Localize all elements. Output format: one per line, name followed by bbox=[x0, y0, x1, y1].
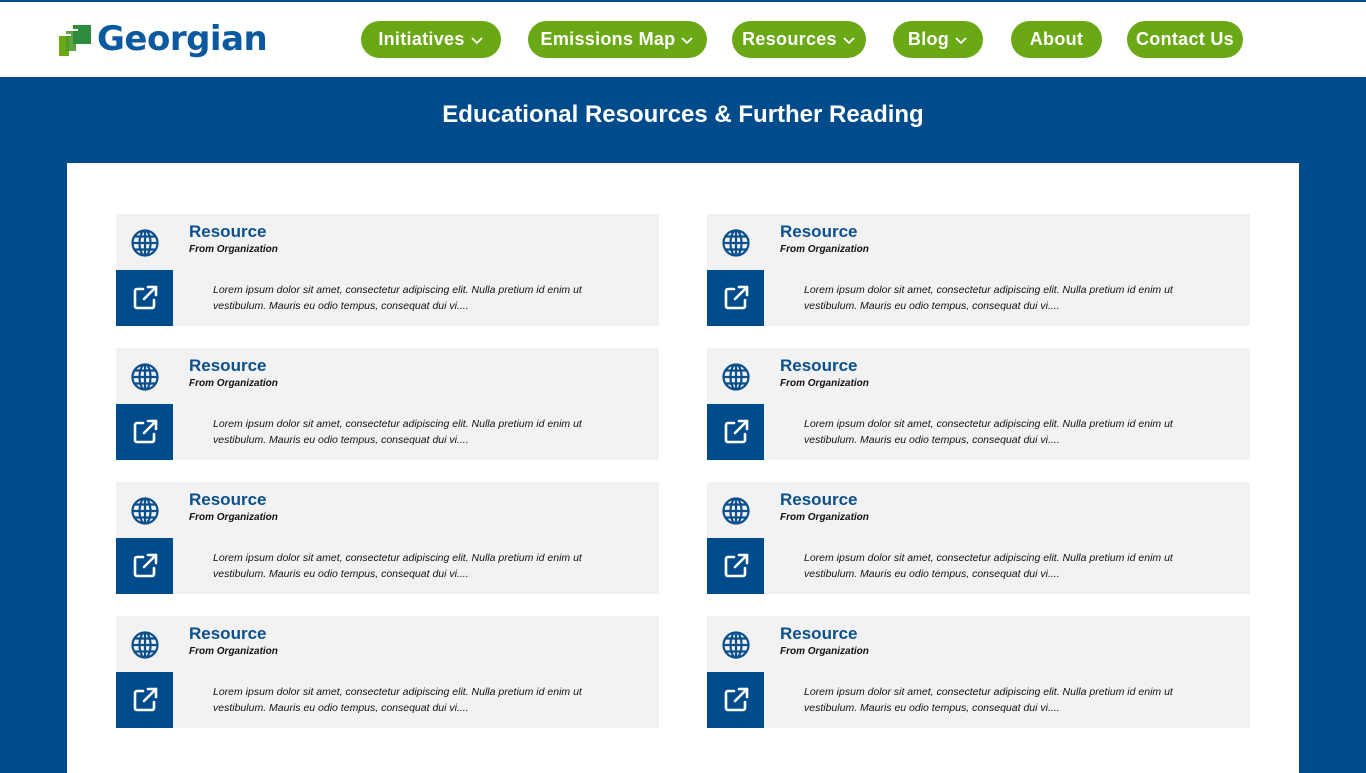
globe-icon bbox=[130, 362, 160, 392]
external-link-icon bbox=[721, 685, 751, 715]
nav-label: Initiatives bbox=[378, 29, 465, 49]
nav-label: Resources bbox=[742, 29, 837, 49]
resource-organization: From Organization bbox=[189, 646, 278, 657]
resource-description: Lorem ipsum dolor sit amet, consectetur … bbox=[804, 418, 1173, 446]
external-link-icon bbox=[721, 551, 751, 581]
external-link-button[interactable] bbox=[116, 404, 173, 460]
chevron-down-icon bbox=[843, 36, 855, 44]
page-title: Educational Resources & Further Reading bbox=[442, 101, 924, 128]
chevron-down-icon bbox=[471, 36, 483, 44]
globe-icon bbox=[130, 496, 160, 526]
brand-name: Georgian bbox=[97, 19, 268, 59]
resource-description: Lorem ipsum dolor sit amet, consectetur … bbox=[213, 552, 582, 580]
external-link-button[interactable] bbox=[707, 672, 764, 728]
external-link-icon bbox=[130, 551, 160, 581]
resource-title[interactable]: Resource bbox=[780, 356, 857, 376]
resource-card[interactable]: Resource From Organization Lorem ipsum dol… bbox=[707, 482, 1250, 594]
resource-organization: From Organization bbox=[189, 244, 278, 255]
external-link-button[interactable] bbox=[116, 672, 173, 728]
external-link-icon bbox=[721, 417, 751, 447]
chevron-down-icon bbox=[681, 36, 694, 44]
site-header: Georgian Initiatives Emissions Map Resou… bbox=[0, 2, 1366, 77]
globe-icon bbox=[130, 630, 160, 660]
nav-emissions-map[interactable]: Emissions Map bbox=[528, 21, 707, 58]
resource-title[interactable]: Resource bbox=[189, 624, 266, 644]
chevron-down-icon bbox=[955, 36, 967, 44]
resource-description: Lorem ipsum dolor sit amet, consectetur … bbox=[213, 418, 582, 446]
resource-title[interactable]: Resource bbox=[189, 356, 266, 376]
resource-description: Lorem ipsum dolor sit amet, consectetur … bbox=[804, 686, 1173, 714]
resource-description: Lorem ipsum dolor sit amet, consectetur … bbox=[804, 284, 1173, 312]
resource-organization: From Organization bbox=[189, 378, 278, 389]
resource-title[interactable]: Resource bbox=[780, 624, 857, 644]
external-link-button[interactable] bbox=[707, 270, 764, 326]
logo-mark-icon bbox=[59, 23, 91, 56]
resource-title[interactable]: Resource bbox=[780, 490, 857, 510]
resource-description: Lorem ipsum dolor sit amet, consectetur … bbox=[213, 686, 582, 714]
resource-card[interactable]: Resource From Organization Lorem ipsum dol… bbox=[116, 214, 659, 326]
nav-blog[interactable]: Blog bbox=[893, 21, 983, 58]
nav-label: About bbox=[1029, 29, 1084, 49]
resources-panel: Resource From Organization Lorem ipsum dol… bbox=[67, 163, 1299, 773]
resource-organization: From Organization bbox=[189, 512, 278, 523]
resource-title[interactable]: Resource bbox=[189, 490, 266, 510]
globe-icon bbox=[130, 228, 160, 258]
resource-title[interactable]: Resource bbox=[189, 222, 266, 242]
resource-description: Lorem ipsum dolor sit amet, consectetur … bbox=[804, 552, 1173, 580]
resource-card[interactable]: Resource From Organization Lorem ipsum dol… bbox=[707, 348, 1250, 460]
resource-card[interactable]: Resource From Organization Lorem ipsum dol… bbox=[707, 214, 1250, 326]
resource-card[interactable]: Resource From Organization Lorem ipsum dol… bbox=[707, 616, 1250, 728]
external-link-icon bbox=[130, 283, 160, 313]
globe-icon bbox=[721, 496, 751, 526]
nav-about[interactable]: About bbox=[1011, 21, 1102, 58]
external-link-icon bbox=[130, 417, 160, 447]
resource-card[interactable]: Resource From Organization Lorem ipsum dol… bbox=[116, 616, 659, 728]
resource-organization: From Organization bbox=[780, 244, 869, 255]
nav-contact-us[interactable]: Contact Us bbox=[1127, 21, 1243, 58]
external-link-button[interactable] bbox=[116, 538, 173, 594]
globe-icon bbox=[721, 228, 751, 258]
resource-description: Lorem ipsum dolor sit amet, consectetur … bbox=[213, 284, 582, 312]
nav-initiatives[interactable]: Initiatives bbox=[361, 21, 501, 58]
globe-icon bbox=[721, 362, 751, 392]
external-link-icon bbox=[130, 685, 160, 715]
nav-label: Contact Us bbox=[1135, 29, 1234, 49]
external-link-icon bbox=[721, 283, 751, 313]
brand-logo[interactable]: Georgian bbox=[57, 16, 268, 64]
resource-card[interactable]: Resource From Organization Lorem ipsum dol… bbox=[116, 348, 659, 460]
external-link-button[interactable] bbox=[707, 404, 764, 460]
resource-organization: From Organization bbox=[780, 646, 869, 657]
nav-label: Blog bbox=[907, 29, 950, 49]
resource-title[interactable]: Resource bbox=[780, 222, 857, 242]
globe-icon bbox=[721, 630, 751, 660]
nav-label: Emissions Map bbox=[540, 29, 676, 49]
external-link-button[interactable] bbox=[116, 270, 173, 326]
resource-organization: From Organization bbox=[780, 378, 869, 389]
resource-organization: From Organization bbox=[780, 512, 869, 523]
resource-card[interactable]: Resource From Organization Lorem ipsum dol… bbox=[116, 482, 659, 594]
nav-resources[interactable]: Resources bbox=[732, 21, 866, 58]
external-link-button[interactable] bbox=[707, 538, 764, 594]
